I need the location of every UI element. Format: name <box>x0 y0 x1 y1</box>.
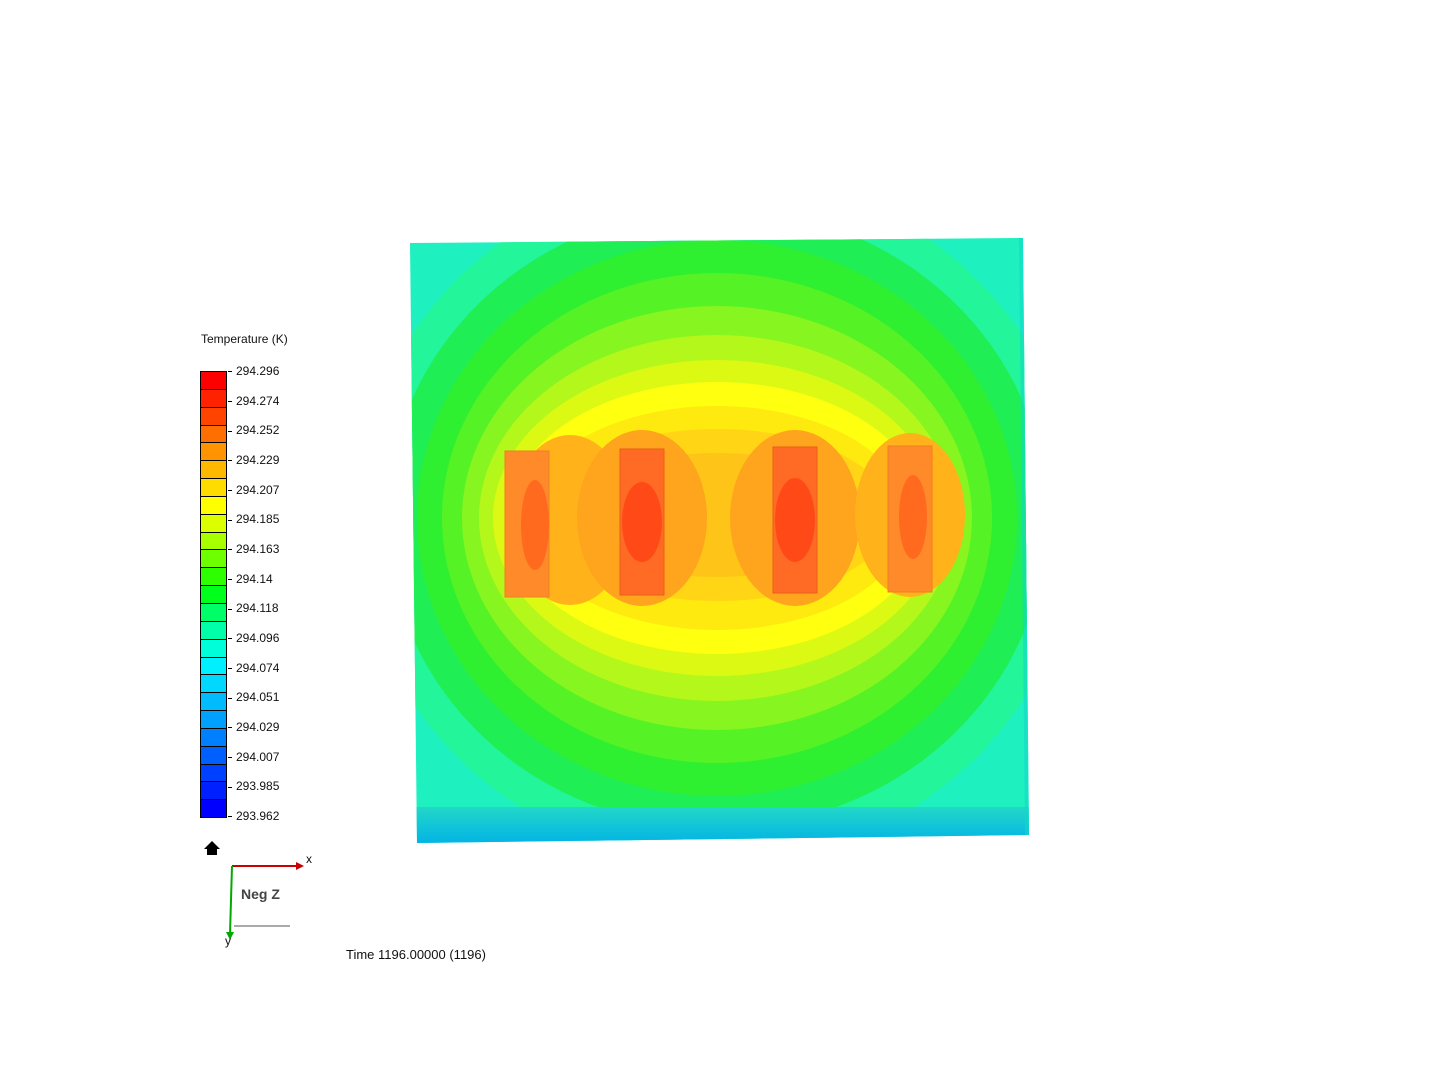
heat-source-1 <box>504 450 550 598</box>
legend-swatch <box>201 514 226 533</box>
legend-swatch <box>201 372 226 390</box>
legend-label: 294.229 <box>228 453 279 467</box>
legend-swatch <box>201 639 226 658</box>
legend-swatch <box>201 657 226 676</box>
legend-swatch <box>201 586 226 604</box>
heat-source-3 <box>772 446 818 594</box>
legend-label: 294.14 <box>228 572 273 586</box>
time-step-label: Time 1196.00000 (1196) <box>346 947 486 962</box>
legend-swatch <box>201 496 226 515</box>
legend-swatch <box>201 764 226 783</box>
legend-label: 294.296 <box>228 364 279 378</box>
legend-label: 294.118 <box>228 601 279 615</box>
legend-swatch <box>201 532 226 551</box>
temperature-contour-model[interactable] <box>405 235 1035 847</box>
legend-swatch <box>201 479 226 497</box>
legend-label: 294.163 <box>228 542 279 556</box>
legend-swatch <box>201 782 226 801</box>
heat-source-4 <box>887 445 933 593</box>
legend-swatch <box>201 728 226 747</box>
view-direction-label: Neg Z <box>241 886 280 902</box>
legend-swatch <box>201 675 226 694</box>
legend-swatch <box>201 568 226 587</box>
legend-swatch <box>201 461 226 480</box>
heat-source-2 <box>619 448 665 596</box>
legend-label: 294.096 <box>228 631 279 645</box>
3d-viewport[interactable]: Temperature (K) 294.296 294.274 294.252 294… <box>0 0 1440 1080</box>
legend-swatch <box>201 621 226 640</box>
y-axis-label: y <box>225 934 231 948</box>
legend-swatch <box>201 711 226 729</box>
legend-label: 294.029 <box>228 720 279 734</box>
legend-label: 294.185 <box>228 512 279 526</box>
legend-swatch <box>201 550 226 569</box>
legend-label: 294.007 <box>228 750 279 764</box>
y-axis-arrow <box>229 865 233 935</box>
legend-label: 294.051 <box>228 690 279 704</box>
legend-label: 293.985 <box>228 779 279 793</box>
legend-swatch <box>201 443 226 462</box>
legend-label: 294.274 <box>228 394 279 408</box>
legend-title: Temperature (K) <box>201 332 288 346</box>
legend-label: 294.207 <box>228 483 279 497</box>
legend-label: 294.074 <box>228 661 279 675</box>
color-legend-bar <box>200 371 227 818</box>
plate-face <box>410 238 1029 843</box>
legend-swatch <box>201 425 226 444</box>
legend-swatch <box>201 407 226 426</box>
legend-swatch <box>201 603 226 622</box>
legend-swatch <box>201 693 226 712</box>
x-axis-label: x <box>306 852 312 866</box>
legend-label: 294.252 <box>228 423 279 437</box>
legend-swatch <box>201 800 226 818</box>
legend-swatch <box>201 389 226 408</box>
legend-label: 293.962 <box>228 809 279 823</box>
legend-swatch <box>201 746 226 765</box>
